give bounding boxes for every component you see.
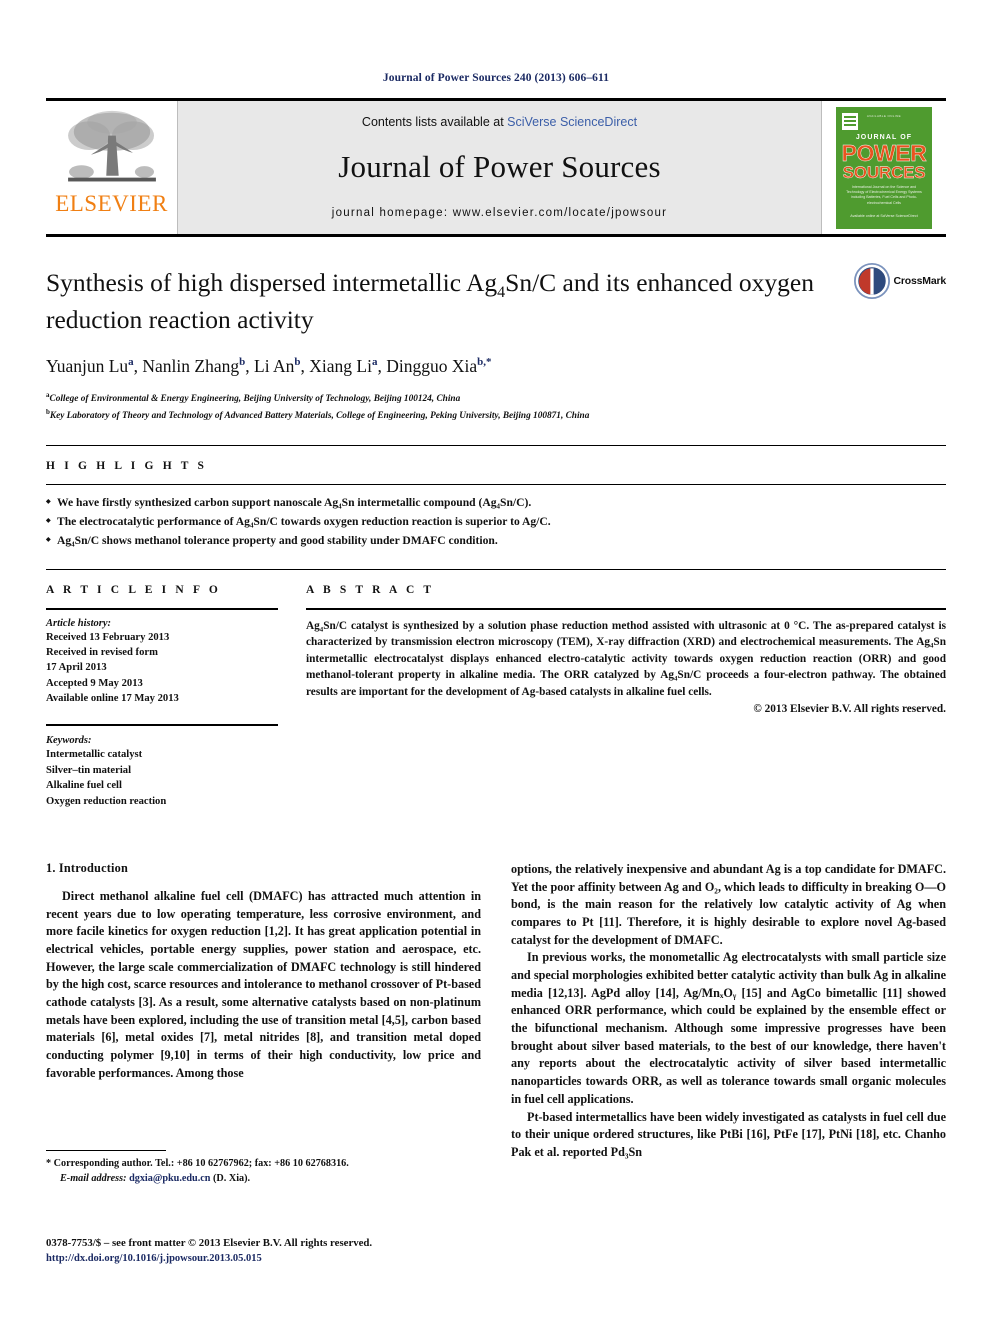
author-3-mark: b	[294, 356, 301, 369]
article-page: Journal of Power Sources 240 (2013) 606–…	[0, 0, 992, 1323]
email-note: E-mail address: dgxia@pku.edu.cn (D. Xia…	[46, 1171, 481, 1186]
issn-line: 0378-7753/$ – see front matter © 2013 El…	[46, 1237, 373, 1249]
keyword-item: Oxygen reduction reaction	[46, 795, 167, 807]
author-5[interactable]: Dingguo Xia	[386, 356, 477, 376]
highlight-item: Ag₄Sn/C shows methanol tolerance propert…	[46, 532, 946, 551]
history-line: Accepted 9 May 2013	[46, 677, 143, 689]
cover-top-text: AVAILABLE ONLINE	[866, 113, 902, 118]
highlights-divider	[46, 484, 946, 486]
highlight-item: We have firstly synthesized carbon suppo…	[46, 494, 946, 513]
journal-cover-cell: AVAILABLE ONLINE JOURNAL OF POWER SOURCE…	[822, 101, 946, 234]
author-2-mark: b	[239, 356, 246, 369]
article-info-column: A R T I C L E I N F O Article history: R…	[46, 584, 278, 809]
crossmark-badge[interactable]: CrossMark	[853, 263, 947, 299]
title-subscript-4: 4	[497, 284, 506, 302]
affiliation-b: bKey Laboratory of Theory and Technology…	[46, 407, 946, 424]
paragraph: Direct methanol alkaline fuel cell (DMAF…	[46, 888, 481, 1080]
cover-blurb: International Journal on the Science and…	[846, 184, 922, 205]
body-column-right: options, the relatively inexpensive and …	[511, 861, 946, 1162]
highlights-heading: H I G H L I G H T S	[46, 460, 208, 473]
affiliations: aCollege of Environmental & Energy Engin…	[46, 390, 946, 423]
keywords-label: Keywords:	[46, 735, 92, 747]
contents-prefix: Contents lists available at	[361, 115, 508, 129]
sciencedirect-link[interactable]: SciVerse ScienceDirect	[507, 115, 637, 129]
journal-title: Journal of Power Sources	[338, 149, 661, 184]
highlights-section: H I G H L I G H T S We have firstly synt…	[46, 445, 946, 550]
journal-homepage-link[interactable]: journal homepage: www.elsevier.com/locat…	[178, 207, 821, 219]
author-list: Yuanjun Lua, Nanlin Zhangb, Li Anb, Xian…	[46, 356, 492, 377]
author-1-mark: a	[128, 356, 134, 369]
article-info-heading: A R T I C L E I N F O	[46, 583, 221, 596]
author-4-mark: a	[371, 356, 378, 369]
abstract-divider	[306, 607, 946, 610]
history-line: Received 13 February 2013	[46, 631, 170, 643]
highlights-list: We have firstly synthesized carbon suppo…	[46, 494, 946, 550]
cover-sources-word: SOURCES	[842, 162, 926, 182]
elsevier-wordmark: ELSEVIER	[55, 191, 168, 216]
email-link[interactable]: dgxia@pku.edu.cn	[129, 1173, 210, 1184]
running-head: Journal of Power Sources 240 (2013) 606–…	[382, 72, 610, 84]
title-part-1: Synthesis of high dispersed intermetalli…	[46, 268, 498, 297]
paragraph: Pt-based intermetallics have been widely…	[511, 1109, 946, 1159]
keyword-item: Silver–tin material	[46, 764, 132, 776]
history-line: 17 April 2013	[46, 662, 107, 674]
email-label: E-mail address:	[60, 1173, 127, 1185]
history-line: Available online 17 May 2013	[46, 693, 179, 705]
journal-cover-thumbnail: AVAILABLE ONLINE JOURNAL OF POWER SOURCE…	[836, 106, 932, 229]
issn-block: 0378-7753/$ – see front matter © 2013 El…	[46, 1235, 546, 1267]
section-title-introduction: 1. Introduction	[46, 860, 129, 875]
masthead-center: Contents lists available at SciVerse Sci…	[177, 101, 822, 234]
keyword-item: Intermetallic catalyst	[46, 749, 143, 761]
article-history-label: Article history:	[46, 617, 112, 629]
page-title: Synthesis of high dispersed intermetalli…	[46, 267, 841, 336]
abstract-column: A B S T R A C T Ag₄Sn/C catalyst is synt…	[306, 584, 946, 809]
author-4[interactable]: Xiang Li	[309, 356, 372, 376]
elsevier-logo: ELSEVIER	[46, 101, 177, 234]
paragraph: In previous works, the monometallic Ag e…	[511, 950, 946, 1106]
keywords-divider	[46, 724, 278, 727]
article-header: CrossMark Synthesis of high dispersed in…	[46, 234, 946, 423]
title-part-2: Sn/C and its enhanced	[505, 268, 733, 297]
journal-masthead: ELSEVIER Contents lists available at Sci…	[46, 98, 946, 234]
info-abstract-section: A R T I C L E I N F O Article history: R…	[46, 568, 946, 809]
abstract-heading: A B S T R A C T	[306, 583, 435, 596]
cover-footer: Available online at SciVerse ScienceDire…	[850, 213, 918, 218]
author-2[interactable]: Nanlin Zhang	[142, 356, 239, 376]
author-1[interactable]: Yuanjun Lu	[46, 356, 128, 376]
abstract-copyright: © 2013 Elsevier B.V. All rights reserved…	[753, 702, 946, 715]
crossmark-label: CrossMark	[893, 275, 947, 287]
affiliation-a-text: College of Environmental & Energy Engine…	[49, 394, 461, 405]
crossmark-icon	[853, 263, 890, 299]
elsevier-tree-icon	[67, 110, 156, 182]
history-line: Received in revised form	[46, 647, 158, 659]
author-5-mark: b,*	[477, 356, 492, 369]
body-columns: 1. Introduction Direct methanol alkaline…	[46, 861, 946, 1162]
contents-available-line: Contents lists available at SciVerse Sci…	[178, 115, 821, 129]
article-info-divider	[46, 607, 278, 610]
doi-link[interactable]: http://dx.doi.org/10.1016/j.jpowsour.201…	[46, 1251, 546, 1267]
footnote-rule	[46, 1150, 166, 1151]
body-column-left: 1. Introduction Direct methanol alkaline…	[46, 861, 481, 1162]
corresponding-author-note: * Corresponding author. Tel.: +86 10 627…	[46, 1158, 349, 1169]
affiliation-b-text: Key Laboratory of Theory and Technology …	[49, 410, 590, 421]
keyword-item: Alkaline fuel cell	[46, 780, 122, 792]
paragraph: options, the relatively inexpensive and …	[511, 861, 946, 947]
affiliation-a: aCollege of Environmental & Energy Engin…	[46, 390, 946, 407]
highlight-item: The electrocatalytic performance of Ag₄S…	[46, 513, 946, 532]
author-3[interactable]: Li An	[254, 356, 294, 376]
email-suffix: (D. Xia).	[210, 1173, 251, 1185]
cover-power-word: POWER	[841, 139, 927, 166]
abstract-text: Ag₄Sn/C catalyst is synthesized by a sol…	[306, 619, 946, 699]
footnote-block: * Corresponding author. Tel.: +86 10 627…	[46, 1150, 481, 1187]
